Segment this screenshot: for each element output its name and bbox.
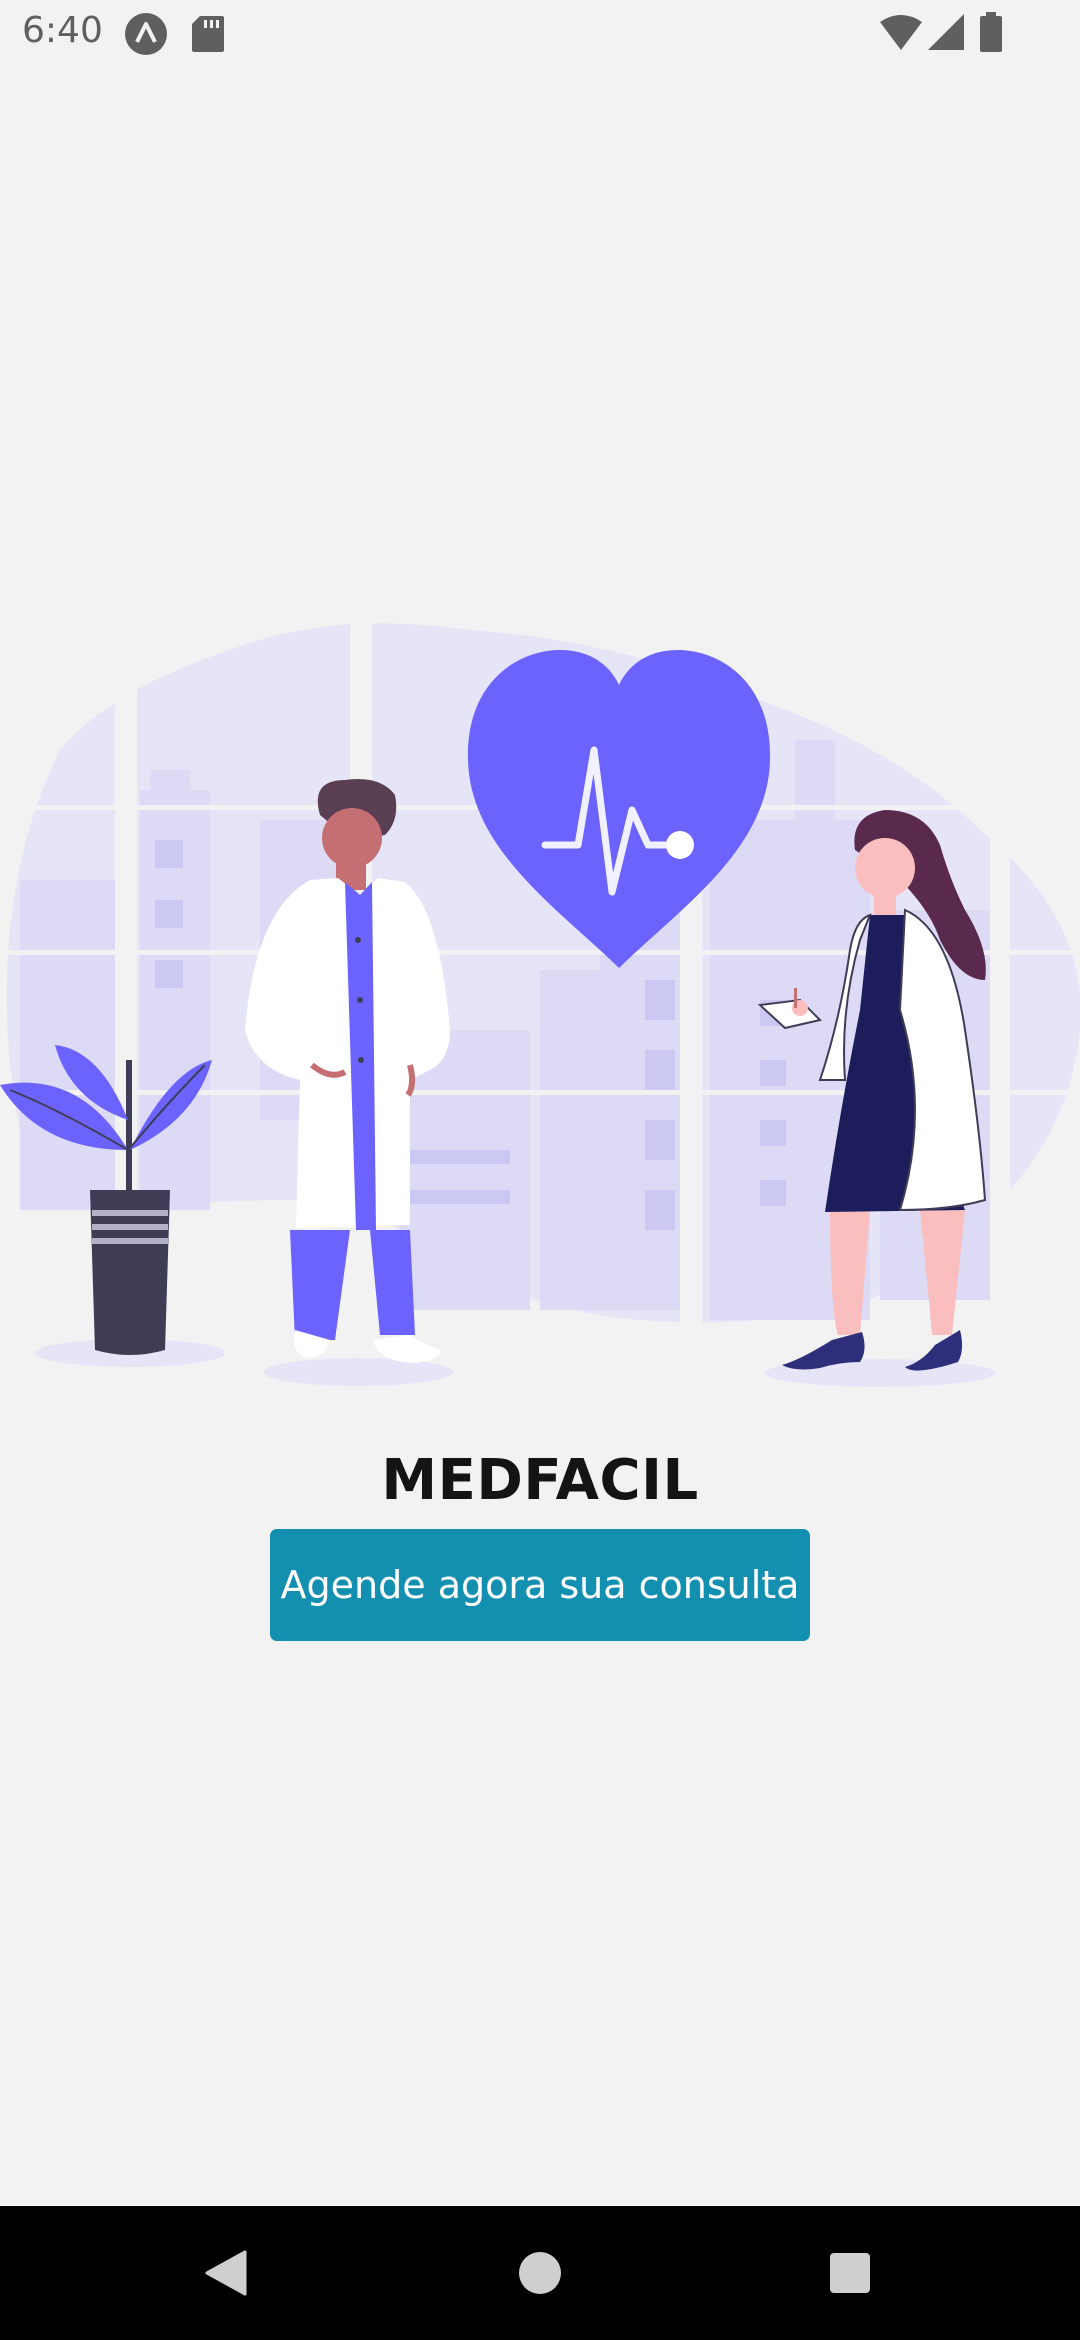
status-bar: 6:40	[0, 0, 1080, 66]
schedule-appointment-button[interactable]: Agende agora sua consulta	[270, 1529, 810, 1641]
wifi-icon	[880, 15, 922, 50]
back-icon	[205, 2250, 247, 2296]
doctors-illustration	[0, 610, 1080, 1387]
recents-icon	[830, 2253, 870, 2293]
app-notification-icon	[125, 13, 167, 55]
battery-icon	[980, 12, 1002, 52]
navigation-bar	[0, 2206, 1080, 2340]
app-title: MEDFACIL	[381, 1448, 699, 1513]
home-button[interactable]	[480, 2206, 600, 2340]
status-time: 6:40	[22, 10, 103, 51]
home-icon	[519, 2252, 561, 2294]
cell-signal-icon	[928, 14, 964, 50]
sd-card-icon	[192, 16, 224, 52]
recents-button[interactable]	[790, 2206, 910, 2340]
back-button[interactable]	[166, 2206, 286, 2340]
